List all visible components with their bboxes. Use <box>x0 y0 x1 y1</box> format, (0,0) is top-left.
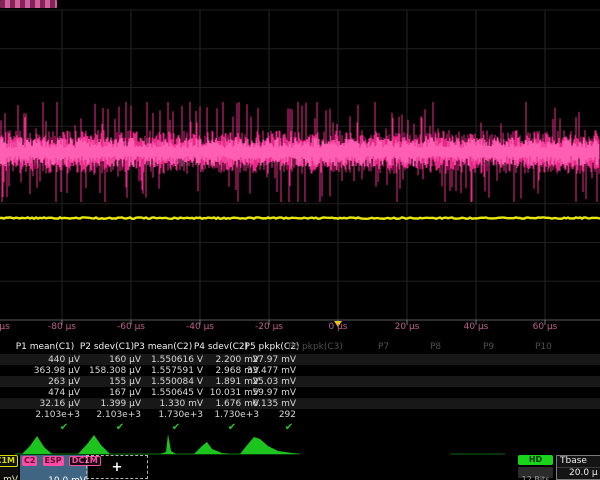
channel-c2-descriptor[interactable]: C2 ESP DC1M 10.0 mV <box>20 455 88 480</box>
timebase-descriptor[interactable]: Tbase 20.0 µ <box>556 455 600 480</box>
trace-c1 <box>0 217 600 218</box>
histicon-p1 <box>22 436 52 454</box>
c1-vertical-scale: 10.0 mV <box>0 475 18 480</box>
status-check-icon: ✔ <box>228 422 236 433</box>
status-check-icon: ✔ <box>116 422 124 433</box>
time-axis-label: -20 µs <box>255 322 283 332</box>
time-axis-label: 20 µs <box>395 322 420 332</box>
time-axis: -100 µs -80 µs -60 µs -40 µs -20 µs 0 µs 20 µs… <box>0 322 600 333</box>
parameter-header-unused[interactable]: P10 <box>535 342 552 352</box>
c2-mode-chip: ESP <box>43 456 64 466</box>
parameter-header[interactable]: P2 sdev(C1) <box>80 342 134 352</box>
parameter-value: 292 <box>221 410 296 420</box>
c2-label-chip: C2 <box>22 456 37 466</box>
parameter-value: 6.135 mV <box>221 399 296 409</box>
trace-annotation-badge[interactable] <box>0 0 57 8</box>
channel-c1-descriptor[interactable]: DC1M 10.0 mV <box>0 455 18 479</box>
histicon-p3 <box>160 434 176 454</box>
parameter-header[interactable]: P4 sdev(C2) <box>194 342 248 352</box>
add-trace-button[interactable]: + <box>86 455 148 479</box>
time-axis-label: 60 µs <box>533 322 558 332</box>
parameter-header[interactable]: P3 mean(C2) <box>134 342 193 352</box>
timebase-value: 20.0 µ <box>557 468 600 479</box>
parameter-header-unused[interactable]: P9 <box>483 342 494 352</box>
waveform-graticule <box>0 0 600 334</box>
plus-icon: + <box>112 460 123 475</box>
parameter-value: 33.477 mV <box>221 366 296 376</box>
status-check-icon: ✔ <box>60 422 68 433</box>
hd-mode-badge[interactable]: HD <box>518 455 553 465</box>
status-check-icon: ✔ <box>172 422 180 433</box>
histicon-p4 <box>194 442 230 454</box>
parameter-value: 59.97 mV <box>221 388 296 398</box>
time-axis-label: -60 µs <box>117 322 145 332</box>
c2-vertical-scale: 10.0 mV <box>22 476 86 480</box>
time-axis-label: 0 µs <box>328 322 347 332</box>
status-check-icon: ✔ <box>285 422 293 433</box>
parameter-header[interactable]: P1 mean(C1) <box>16 342 75 352</box>
hd-badge-label: HD <box>529 455 542 465</box>
parameter-value: 25.03 mV <box>221 377 296 387</box>
time-axis-label: 40 µs <box>464 322 489 332</box>
parameter-value: 27.97 mV <box>221 355 296 365</box>
parameter-header-unused[interactable]: P6 pkpk(C3) <box>288 342 343 352</box>
histicon-p5 <box>240 437 300 454</box>
time-axis-label: -40 µs <box>186 322 214 332</box>
timebase-title: Tbase <box>557 456 600 468</box>
parameter-histicons <box>0 434 600 456</box>
time-axis-label: -100 µs <box>0 322 10 332</box>
oscilloscope-screen: -100 µs -80 µs -60 µs -40 µs -20 µs 0 µs 20 µs… <box>0 0 600 480</box>
c1-coupling-chip: DC1M <box>0 455 18 467</box>
hd-bits-label: 12 Bits <box>518 467 553 478</box>
histicon-p2 <box>78 435 110 454</box>
parameter-header-unused[interactable]: P7 <box>378 342 389 352</box>
time-axis-label: -80 µs <box>48 322 76 332</box>
measure-table: P1 mean(C1) P2 sdev(C1)P3 mean(C2)P4 sdev… <box>0 340 600 434</box>
parameter-header-unused[interactable]: P8 <box>430 342 441 352</box>
